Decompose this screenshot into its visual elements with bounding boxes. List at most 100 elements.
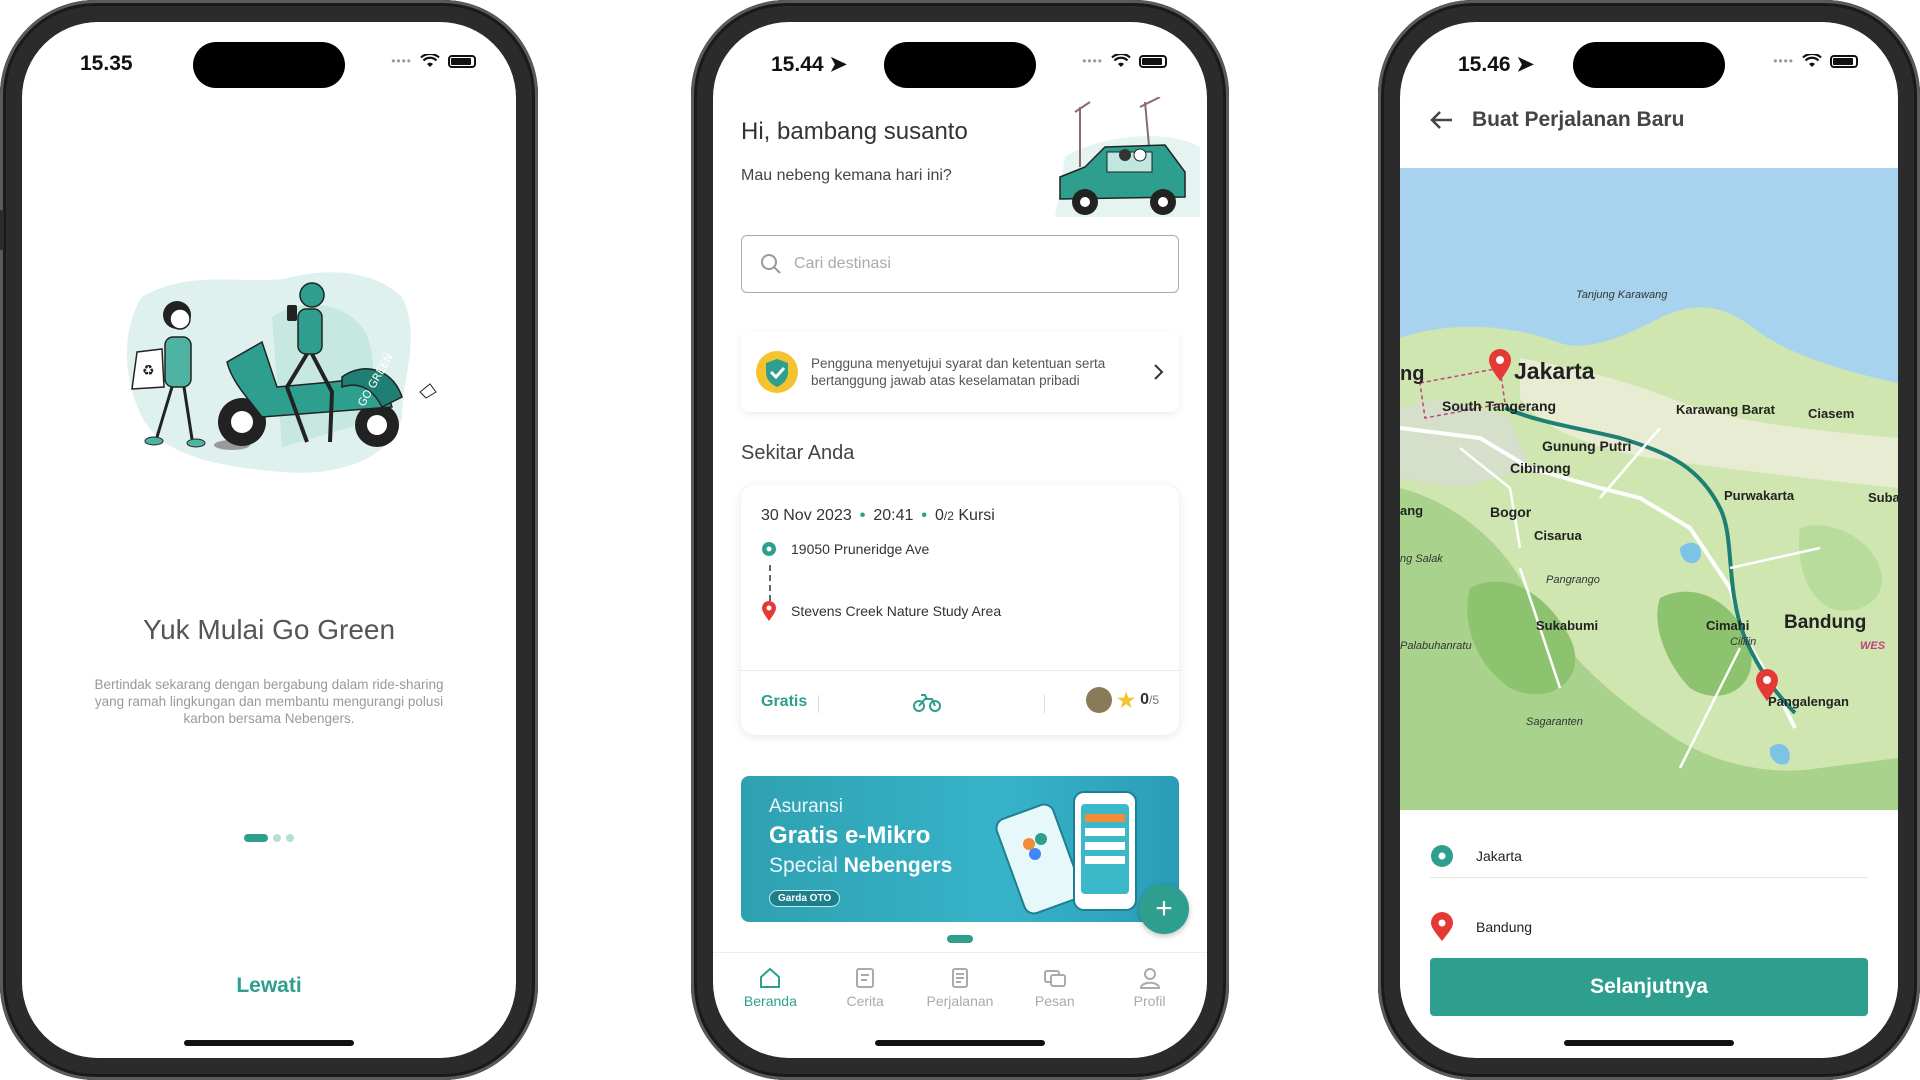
status-bar: 15.46 ➤ •••• [1400, 50, 1898, 80]
map-label: Palabuhanratu [1400, 640, 1472, 652]
tab-cerita[interactable]: Cerita [820, 953, 910, 1032]
map-label: Sukabumi [1536, 618, 1599, 633]
map-label: South Tangerang [1442, 398, 1557, 414]
map-label-bandung: Bandung [1784, 612, 1867, 633]
location-arrow-icon: ➤ [829, 53, 848, 76]
chat-icon [1043, 970, 1066, 987]
map-label: Ciasem [1808, 406, 1855, 421]
map-label: Cililin [1730, 636, 1757, 648]
map-label: Cimahi [1706, 618, 1750, 633]
status-bar: 15.35 •••• [22, 50, 516, 80]
trip-seats: 0/2 Kursi [935, 507, 995, 524]
phone-frame-3: 15.46 ➤ •••• Buat Perjalanan Baru Tanjun… [1378, 0, 1920, 1080]
trip-card[interactable]: 30 Nov 2023 • 20:41 • 0/2 Kursi 19050 Pr… [741, 485, 1179, 735]
signal-icon: •••• [1773, 54, 1794, 68]
notice-text: Pengguna menyetujui syarat dan ketentuan… [811, 356, 1106, 388]
profile-icon [1139, 968, 1160, 989]
destination-pin-icon [1431, 912, 1453, 941]
insurance-banner[interactable]: Asuransi Gratis e-Mikro Special Nebenger… [741, 776, 1179, 922]
section-title: Sekitar Anda [741, 442, 855, 464]
map-label: Pangalengan [1768, 694, 1849, 709]
screen-title: Buat Perjalanan Baru [1472, 108, 1685, 131]
map-label: ang [1400, 503, 1424, 518]
home-icon [760, 967, 781, 988]
shield-check-icon [756, 351, 798, 393]
avatar [1086, 687, 1113, 713]
search-placeholder: Cari destinasi [794, 255, 891, 272]
add-trip-button[interactable]: + [1139, 884, 1189, 934]
phone-illustration [995, 791, 1137, 915]
bottom-tab-bar: Beranda Cerita Perjalanan Pesan Profil [713, 952, 1207, 1032]
page-dot [286, 834, 294, 842]
tab-pesan[interactable]: Pesan [1010, 953, 1100, 1032]
map-label: WES [1860, 640, 1886, 652]
status-time: 15.44 ➤ [771, 53, 848, 76]
safety-notice[interactable]: Pengguna menyetujui syarat dan ketentuan… [741, 332, 1179, 412]
battery-icon [448, 54, 476, 68]
wifi-icon [1111, 54, 1131, 67]
trip-icon [951, 968, 968, 988]
banner-indicator [947, 935, 973, 943]
origin-dot-icon [762, 542, 776, 556]
greeting-subtitle: Mau nebeng kemana hari ini? [741, 167, 952, 184]
onboarding-title: Yuk Mulai Go Green [142, 614, 396, 645]
route-map[interactable]: Tanjung Karawang ng Jakarta South Tanger… [1400, 168, 1898, 810]
go-green-illustration: ♻ GO GREEN [127, 272, 437, 473]
origin-label: Jakarta [1476, 848, 1522, 864]
garda-oto-badge: Garda OTO [769, 890, 841, 907]
phone-frame-2: 15.44 ➤ •••• Hi, bambang susanto Mau neb… [691, 0, 1229, 1080]
destination-row[interactable]: Bandung [1430, 912, 1868, 942]
home-indicator [875, 1040, 1045, 1046]
screen-header: Buat Perjalanan Baru [1430, 108, 1684, 132]
phone-frame-1: 15.35 •••• ♻ GO GREEN Yuk Mulai Go Green… [0, 0, 538, 1080]
origin-row[interactable]: Jakarta [1430, 844, 1868, 868]
map-label: ng Salak [1400, 553, 1443, 565]
map-terrain [1400, 307, 1898, 810]
onboarding-screen: 15.35 •••• ♻ GO GREEN Yuk Mulai Go Green… [22, 22, 516, 1058]
status-time: 15.46 ➤ [1458, 53, 1535, 76]
trip-meta: 30 Nov 2023 • 20:41 • 0/2 Kursi [761, 507, 995, 524]
motorbike-icon [913, 694, 941, 712]
skip-button[interactable]: Lewati [22, 974, 516, 998]
destination-label: Bandung [1476, 919, 1533, 935]
battery-icon [1830, 54, 1858, 68]
trip-origin: 19050 Pruneridge Ave [761, 541, 929, 557]
banner-line1: Asuransi [769, 796, 843, 817]
search-icon [761, 254, 781, 274]
signal-icon: •••• [391, 54, 412, 68]
map-label: Pangrango [1546, 574, 1600, 586]
map-label: Gunung Putri [1542, 438, 1632, 454]
location-arrow-icon: ➤ [1516, 53, 1535, 76]
destination-map-pin-icon[interactable] [1755, 668, 1779, 702]
map-label: Karawang Barat [1676, 402, 1775, 417]
origin-map-pin-icon[interactable] [1488, 348, 1512, 382]
search-input[interactable]: Cari destinasi [741, 235, 1179, 293]
create-trip-screen: 15.46 ➤ •••• Buat Perjalanan Baru Tanjun… [1400, 22, 1898, 1058]
svg-text:♻: ♻ [142, 363, 155, 379]
map-label: Purwakarta [1724, 488, 1795, 503]
story-icon [856, 968, 875, 988]
jeep-illustration [1055, 97, 1200, 217]
trip-price: Gratis [761, 693, 808, 710]
back-arrow-icon[interactable] [1430, 110, 1454, 130]
driver-rating: ★ 0/5 [1086, 687, 1159, 713]
map-label: Subar [1868, 490, 1898, 505]
next-button[interactable]: Selanjutnya [1430, 958, 1868, 1016]
status-bar: 15.44 ➤ •••• [713, 50, 1207, 80]
battery-icon [1139, 54, 1167, 68]
home-indicator [1564, 1040, 1734, 1046]
page-indicator[interactable] [244, 834, 294, 842]
tab-beranda[interactable]: Beranda [725, 953, 815, 1032]
map-label: Tanjung Karawang [1576, 289, 1668, 301]
page-dot-active [244, 834, 268, 842]
origin-dot-icon [1431, 845, 1453, 867]
tab-perjalanan[interactable]: Perjalanan [915, 953, 1005, 1032]
map-label-jakarta: Jakarta [1514, 358, 1595, 384]
wifi-icon [1802, 54, 1822, 67]
greeting-title: Hi, bambang susanto [741, 118, 968, 145]
star-icon: ★ [1117, 689, 1136, 712]
tab-profil[interactable]: Profil [1105, 953, 1195, 1032]
wifi-icon [420, 54, 440, 67]
destination-pin-icon [762, 601, 776, 621]
status-time: 15.35 [80, 52, 133, 75]
